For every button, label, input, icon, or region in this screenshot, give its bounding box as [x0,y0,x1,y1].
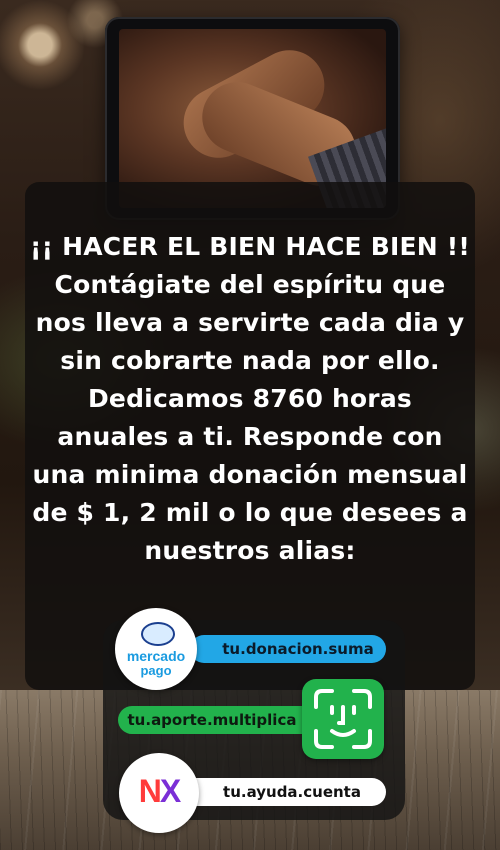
nx-logo-text: NX [119,773,199,810]
message-line: Contágiate del espíritu que [54,270,446,299]
nx-logo-x: X [159,773,181,809]
face-id-icon [302,679,384,759]
alias-text: tu.donacion.suma [222,640,374,658]
alias-mercado-pago[interactable]: tu.donacion.suma [190,635,386,663]
message-line: una minima donación mensual [32,460,468,489]
handshake-icon [141,622,175,646]
logo-text: pago [140,663,172,678]
alias-nx[interactable]: tu.ayuda.cuenta [170,778,386,806]
message-line: sin cobrarte nada por ello. [60,346,440,375]
alias-face-id[interactable]: tu.aporte.multiplica [118,706,320,734]
nx-logo-icon: NX [119,753,199,833]
donation-message: ¡¡ HACER EL BIEN HACE BIEN !! Contágiate… [25,228,475,570]
alias-text: tu.ayuda.cuenta [223,783,361,801]
mercado-pago-logo-icon: mercado pago [115,608,197,690]
message-line: anuales a ti. Responde con [57,422,443,451]
message-line: nos lleva a servirte cada dia y [35,308,465,337]
message-line: de $ 1, 2 mil o lo que desees a [32,498,468,527]
alias-text: tu.aporte.multiplica [127,711,297,729]
message-line: ¡¡ HACER EL BIEN HACE BIEN !! [30,232,470,261]
message-line: Dedicamos 8760 horas [87,384,412,413]
nx-logo-n: N [138,773,162,809]
logo-text: mercado [126,648,186,664]
face-id-icon [314,689,372,749]
message-line: nuestros alias: [144,536,356,565]
